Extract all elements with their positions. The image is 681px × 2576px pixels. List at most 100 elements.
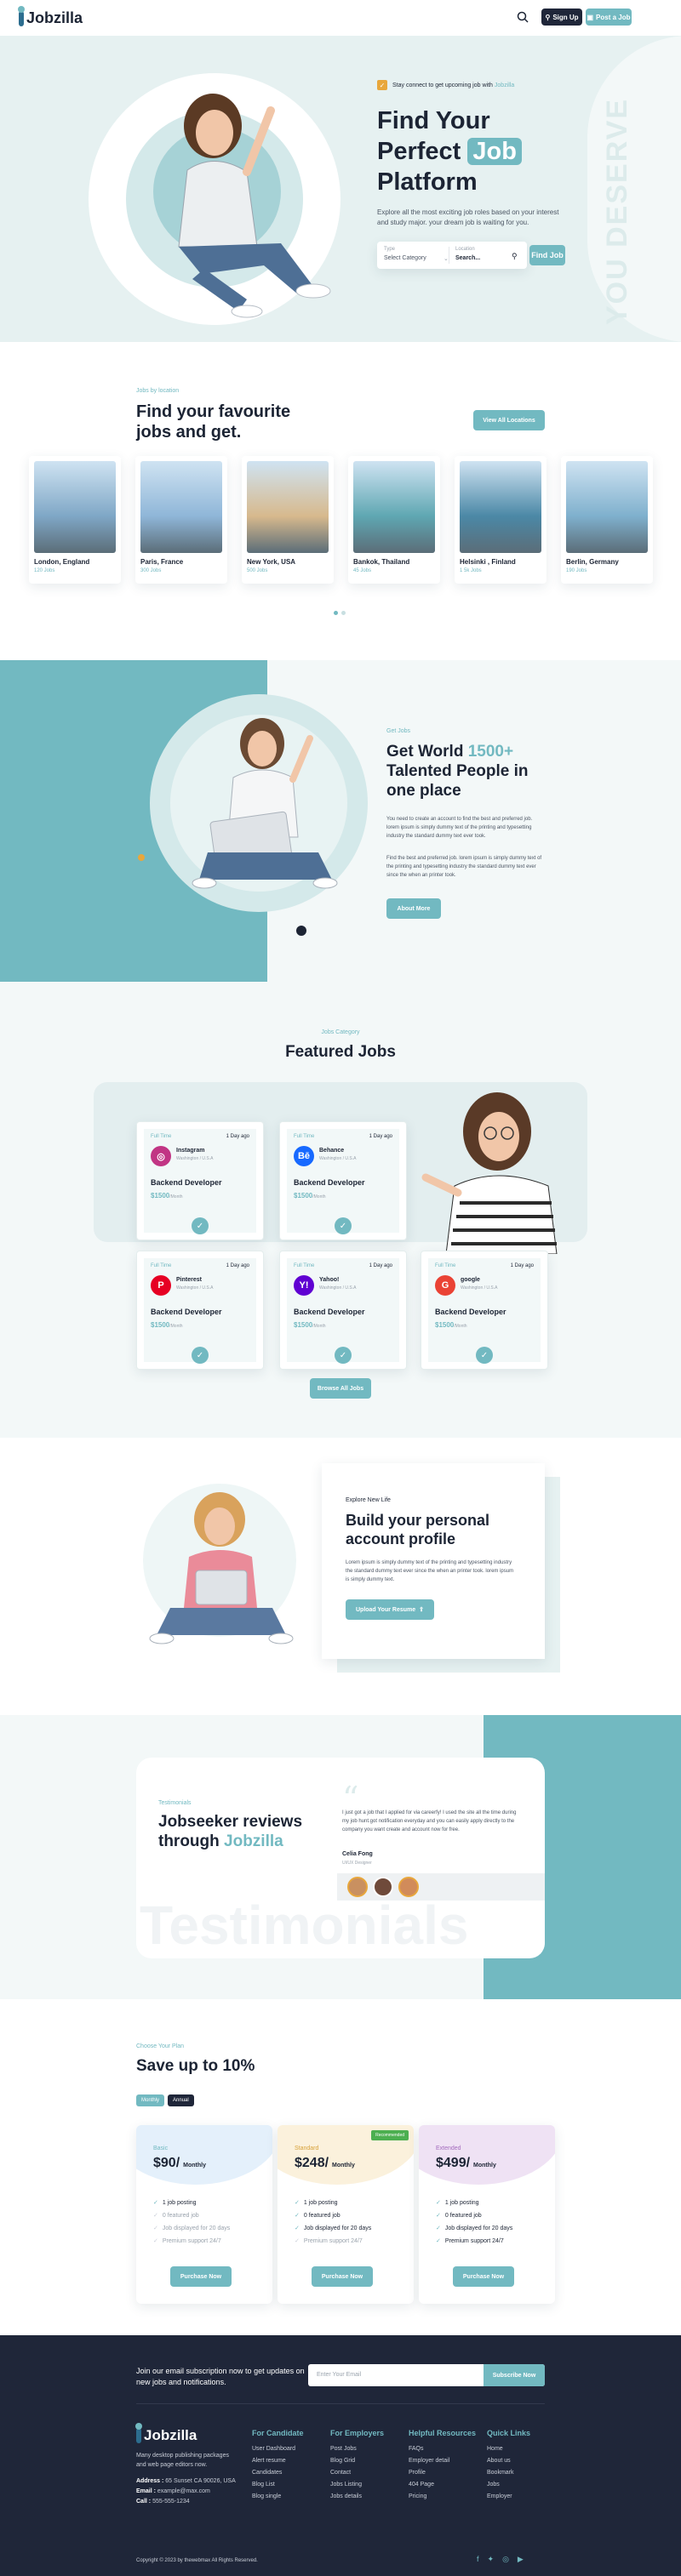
jobs-grid: Full Time 1 Day ago ◎ Instagram Washington /… [136,1121,548,1376]
check-icon: ✓ [436,2226,441,2231]
footer-link[interactable]: Contact [330,2470,384,2476]
profile-title-line2: account profile [346,1530,456,1547]
footer-link[interactable]: Profile [409,2470,476,2476]
job-role: Backend Developer [294,1308,365,1316]
category-select[interactable]: Select Category [384,255,426,261]
chevron-down-icon[interactable]: ⌄ [444,255,449,262]
footer-link[interactable]: Alert resume [252,2458,304,2464]
plan-feature-text: Job displayed for 20 days [162,2226,231,2231]
talent-section: Get Jobs Get World 1500+ Talented People… [0,660,681,982]
locations-list: London, England 120 Jobs Paris, France 300 … [29,456,659,592]
footer-link[interactable]: Post Jobs [330,2446,384,2452]
search-icon[interactable] [516,10,529,24]
location-card[interactable]: Bankok, Thailand 45 Jobs [348,456,440,584]
location-card[interactable]: New York, USA 500 Jobs [242,456,334,584]
location-card[interactable]: Paris, France 300 Jobs [135,456,227,584]
site-logo[interactable]: Jobzilla [18,5,83,27]
job-role: Backend Developer [151,1178,222,1187]
footer-link[interactable]: User Dashboard [252,2446,304,2452]
check-icon: ✓ [295,2213,300,2219]
purchase-button[interactable]: Purchase Now [170,2266,232,2287]
talent-title-highlight: 1500+ [467,743,514,761]
avatar[interactable] [373,1877,393,1897]
footer-link[interactable]: Jobs details [330,2493,384,2499]
location-card[interactable]: Berlin, Germany 190 Jobs [561,456,653,584]
footer-column-title: Quick Links [487,2429,531,2437]
apply-check-icon[interactable]: ✓ [476,1347,493,1364]
purchase-button[interactable]: Purchase Now [453,2266,514,2287]
about-more-button[interactable]: About More [386,898,441,919]
hero-title-line2: Perfect [377,138,468,165]
view-all-locations-button[interactable]: View All Locations [473,410,545,430]
footer-column-title: Helpful Resources [409,2429,477,2437]
toggle-annual[interactable]: Annual [168,2094,194,2106]
footer-link[interactable]: FAQs [409,2446,476,2452]
location-image [247,461,329,553]
twitter-icon[interactable]: ✦ [488,2555,495,2564]
job-date: 1 Day ago [226,1263,249,1268]
company-name: Behance [319,1148,345,1154]
job-card[interactable]: Full Time 1 Day ago ◎ Instagram Washington /… [136,1121,264,1240]
footer-link[interactable]: Blog single [252,2493,304,2499]
testimonials-title-brand: Jobzilla [224,1832,283,1850]
footer-link[interactable]: Bookmark [487,2470,530,2476]
avatar[interactable] [347,1877,368,1897]
location-card[interactable]: Helsinki , Finland 1 5k Jobs [455,456,547,584]
check-icon: ✓ [436,2200,441,2206]
purchase-button[interactable]: Purchase Now [312,2266,373,2287]
upload-resume-button[interactable]: Upload Your Resume ⇪ [346,1599,434,1620]
carousel-dot-active[interactable] [334,611,338,615]
footer-link[interactable]: Employer [487,2493,530,2499]
check-muted-icon: ✓ [295,2238,300,2244]
apply-check-icon[interactable]: ✓ [335,1217,352,1234]
plan-features: ✓ 1 job posting ✓ 0 featured job ✓ Job displa… [153,2193,230,2250]
youtube-icon[interactable]: ▶ [518,2555,524,2564]
subscribe-button[interactable]: Subscribe Now [484,2364,545,2386]
company-name: Yahoo! [319,1277,340,1283]
footer-link[interactable]: Blog List [252,2482,304,2488]
site-footer: Join our email subscription now to get u… [0,2335,681,2576]
footer-link[interactable]: Pricing [409,2493,476,2499]
signup-button[interactable]: ⚲ Sign Up [541,9,582,26]
footer-link[interactable]: Jobs Listing [330,2482,384,2488]
hero-vertical-text: YOU DESERVE [601,97,633,325]
instagram-icon[interactable]: ◎ [502,2555,509,2564]
post-job-button[interactable]: ▣ Post a Job [586,9,632,26]
hero-title: Find Your Perfect Job Platform [377,105,522,197]
footer-link[interactable]: About us [487,2458,530,2464]
footer-link[interactable]: Jobs [487,2482,530,2488]
job-card[interactable]: Full Time 1 Day ago Ggoogle Washington / U.… [421,1251,548,1370]
job-card[interactable]: Full Time 1 Day ago Bē Behance Washington / … [279,1121,407,1240]
avatar[interactable] [398,1877,419,1897]
footer-link[interactable]: 404 Page [409,2482,476,2488]
carousel-dot[interactable] [341,611,346,615]
footer-link[interactable]: Home [487,2446,530,2452]
apply-check-icon[interactable]: ✓ [335,1347,352,1364]
apply-check-icon[interactable]: ✓ [192,1217,209,1234]
footer-link[interactable]: Blog Grid [330,2458,384,2464]
plan-feature-text: 0 featured job [303,2213,340,2219]
toggle-monthly[interactable]: Monthly [136,2094,165,2106]
browse-all-jobs-button[interactable]: Browse All Jobs [310,1378,371,1399]
footer-link[interactable]: Employer detail [409,2458,476,2464]
location-input[interactable]: Search... [455,255,480,261]
plan-price: $248/Monthly [295,2156,355,2171]
plan-feature: ✓ Job displayed for 20 days [295,2225,371,2231]
apply-check-icon[interactable]: ✓ [192,1347,209,1364]
job-card[interactable]: Full Time 1 Day ago Y! Yahoo! Washington / U… [279,1251,407,1370]
facebook-icon[interactable]: f [477,2555,479,2564]
find-job-button[interactable]: Find Job [529,245,565,265]
copyright: Copyright © 2023 by thewebmax All Rights… [136,2558,258,2563]
job-card-inner: Full Time 1 Day ago ◎ Instagram Washington /… [144,1129,256,1234]
location-name: New York, USA [247,558,296,566]
company-name: Pinterest [176,1277,202,1283]
footer-logo[interactable]: Jobzilla [135,2423,197,2444]
email-input[interactable]: Enter Your Email [317,2372,361,2378]
subscribe-text: Join our email subscription now to get u… [136,2367,305,2386]
location-jobs: 300 Jobs [140,568,162,573]
footer-link[interactable]: Candidates [252,2470,304,2476]
featured-jobs-section: Jobs Category Featured Jobs Full Time 1 D… [0,982,681,1438]
job-role: Backend Developer [151,1308,222,1316]
job-card[interactable]: Full Time 1 Day ago P Pinterest Washington /… [136,1251,264,1370]
location-card[interactable]: London, England 120 Jobs [29,456,121,584]
